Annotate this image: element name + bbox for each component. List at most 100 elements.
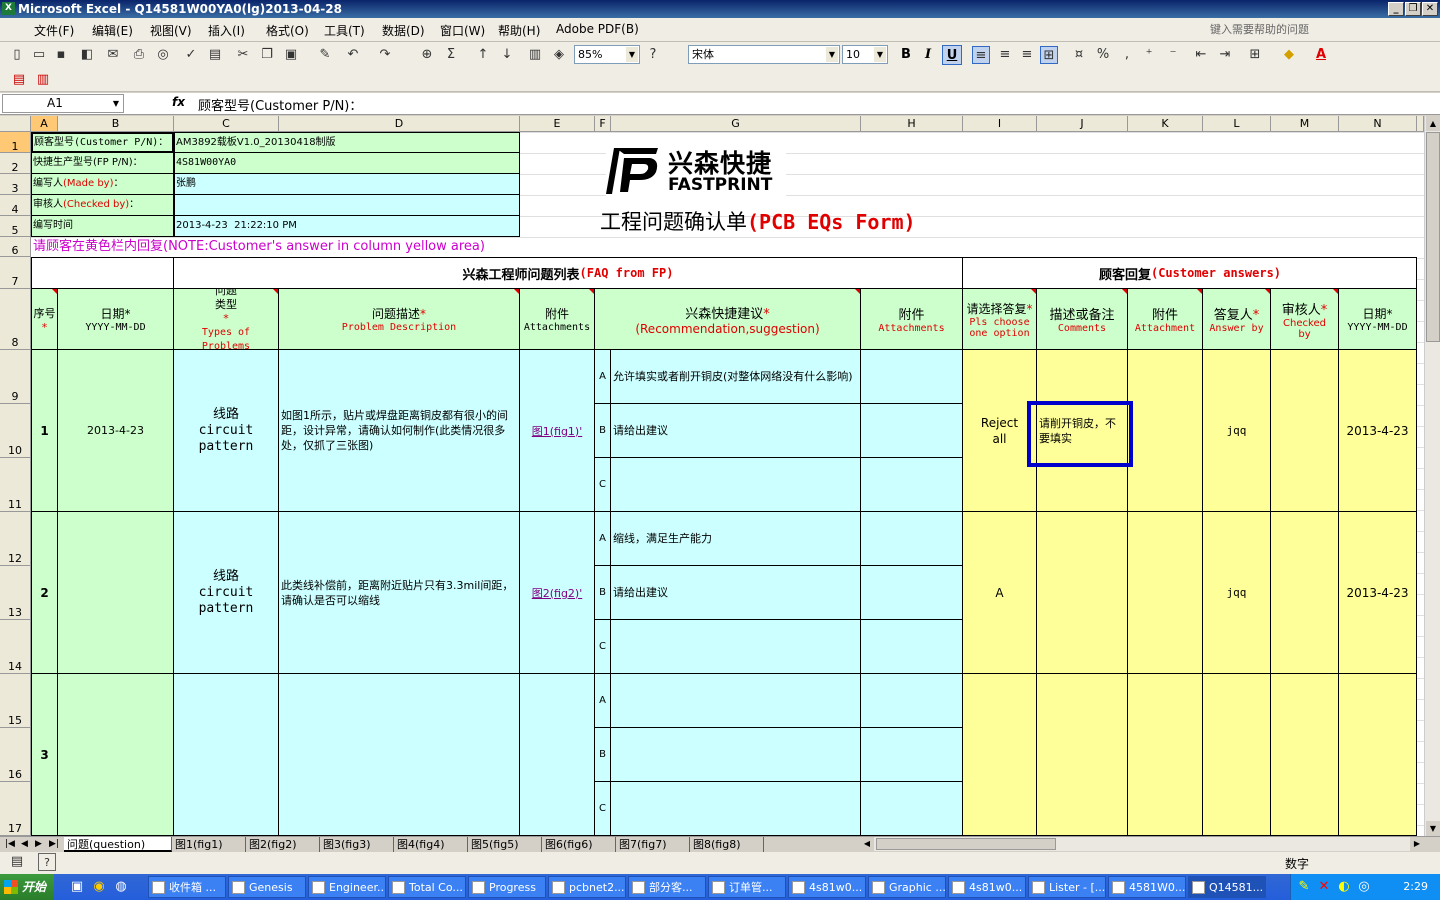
taskbar-item[interactable]: Progress xyxy=(468,876,546,898)
column-header-d[interactable]: D xyxy=(279,116,520,132)
header-answer-by[interactable]: 答复人* Answer by xyxy=(1203,289,1271,350)
minimize-button[interactable]: _ xyxy=(1388,2,1404,16)
made-by-value[interactable]: 张鹏 xyxy=(174,174,520,195)
taskbar-item[interactable]: Total Co... xyxy=(388,876,466,898)
row-header[interactable]: 14 xyxy=(0,620,31,674)
option-letter[interactable]: A xyxy=(595,674,611,728)
open-folder-icon[interactable]: ▭ xyxy=(30,46,48,64)
row-header[interactable]: 4 xyxy=(0,195,31,216)
time-label[interactable]: 编写时间 xyxy=(31,216,174,237)
scroll-up-icon[interactable]: ▲ xyxy=(1426,116,1440,131)
autosum-icon[interactable]: Σ xyxy=(442,46,460,64)
header-recommendation[interactable]: 兴森快捷建议* (Recommendation,suggestion) xyxy=(595,289,861,350)
option-attachment[interactable] xyxy=(861,728,963,782)
issue-attachment-link[interactable]: 图2(fig2)' xyxy=(532,585,583,601)
h-scroll-thumb[interactable] xyxy=(876,838,1056,850)
customer-choice[interactable]: Reject all xyxy=(963,350,1037,512)
customer-choice[interactable]: A xyxy=(963,512,1037,674)
row-header[interactable]: 1 xyxy=(0,132,31,153)
select-all-corner[interactable] xyxy=(0,116,31,132)
customer-pn-value[interactable]: AM3892载板V1.0_20130418制版 xyxy=(174,132,520,153)
fp-section-header[interactable]: 兴森工程师问题列表 (FAQ from FP) xyxy=(174,257,963,289)
save-icon[interactable]: ▪ xyxy=(52,46,70,64)
option-text[interactable] xyxy=(611,782,861,836)
option-text[interactable]: 允许填实或者削开铜皮(对整体网络没有什么影响) xyxy=(611,350,861,404)
menu-format[interactable]: 格式(O) xyxy=(266,22,309,39)
sheet-tab[interactable]: 图7(fig7) xyxy=(616,837,690,852)
column-header-n[interactable]: N xyxy=(1339,116,1417,132)
scroll-left-icon[interactable]: ◀ xyxy=(860,837,874,851)
decrease-indent-icon[interactable]: ⇤ xyxy=(1192,46,1210,64)
header-seq[interactable]: 序号 * xyxy=(31,289,58,350)
percent-button[interactable]: % xyxy=(1094,46,1112,64)
answer-by[interactable]: jqq xyxy=(1203,512,1271,674)
column-header-i[interactable]: I xyxy=(963,116,1037,132)
new-document-icon[interactable]: ▯ xyxy=(8,46,26,64)
tray-icon[interactable]: ✎ xyxy=(1295,878,1313,896)
taskbar-item[interactable]: 4581W0... xyxy=(1108,876,1186,898)
option-attachment[interactable] xyxy=(861,620,963,674)
row-header[interactable]: 7 xyxy=(0,257,31,289)
section-header-blank[interactable] xyxy=(31,257,174,289)
row-header[interactable]: 5 xyxy=(0,216,31,237)
taskbar-item[interactable]: 4s81w0... xyxy=(788,876,866,898)
menu-data[interactable]: 数据(D) xyxy=(382,22,425,39)
sheet-tab[interactable]: 图1(fig1) xyxy=(172,837,246,852)
research-icon[interactable]: ▤ xyxy=(206,46,224,64)
issue-date[interactable] xyxy=(58,512,174,674)
option-letter[interactable]: B xyxy=(595,728,611,782)
taskbar-item[interactable]: 收件箱 ... xyxy=(148,876,226,898)
tab-nav-prev-icon[interactable]: ◀ xyxy=(18,837,31,852)
option-text[interactable] xyxy=(611,674,861,728)
taskbar-item[interactable]: Engineer... xyxy=(308,876,386,898)
name-box[interactable]: A1 ▼ xyxy=(2,94,124,113)
checked-by[interactable] xyxy=(1271,512,1339,674)
menu-window[interactable]: 窗口(W) xyxy=(440,22,485,39)
row-header[interactable]: 10 xyxy=(0,404,31,458)
fill-color-icon[interactable]: ◆ xyxy=(1280,46,1298,64)
taskbar-item[interactable]: 部分客... xyxy=(628,876,706,898)
column-header-m[interactable]: M xyxy=(1271,116,1339,132)
convert-to-pdf-icon[interactable]: ▤ xyxy=(10,71,28,89)
menu-tools[interactable]: 工具(T) xyxy=(324,22,365,39)
scroll-thumb[interactable] xyxy=(1426,132,1440,342)
issue-type[interactable]: 线路 circuit pattern xyxy=(174,350,279,512)
spelling-icon[interactable]: ✓ xyxy=(182,46,200,64)
font-color-icon[interactable]: A xyxy=(1312,46,1330,64)
column-header-e[interactable]: E xyxy=(520,116,595,132)
issue-description[interactable]: 如图1所示，贴片或焊盘距离铜皮都有很小的间距，设计异常，请确认如何制作(此类情况… xyxy=(279,350,520,512)
taskbar-item[interactable]: 4s81w0... xyxy=(948,876,1026,898)
zoom-select[interactable]: 85% ▼ xyxy=(574,45,640,64)
option-text[interactable]: 请给出建议 xyxy=(611,566,861,620)
customer-choice[interactable] xyxy=(963,674,1037,836)
menu-file[interactable]: 文件(F) xyxy=(34,22,74,39)
font-size-select[interactable]: 10 ▼ xyxy=(842,45,888,64)
row-header[interactable]: 9 xyxy=(0,350,31,404)
issue-attachment-link[interactable]: 图1(fig1)' xyxy=(532,423,583,439)
row-header[interactable]: 16 xyxy=(0,728,31,782)
chart-wizard-icon[interactable]: ▥ xyxy=(526,46,544,64)
decrease-decimal-icon[interactable]: ⁻ xyxy=(1164,46,1182,64)
option-text[interactable] xyxy=(611,620,861,674)
option-attachment[interactable] xyxy=(861,566,963,620)
menu-adobe-pdf[interactable]: Adobe PDF(B) xyxy=(556,22,639,36)
option-attachment[interactable] xyxy=(861,674,963,728)
help-toolbar-icon[interactable]: ? xyxy=(38,853,56,871)
option-letter[interactable]: B xyxy=(595,566,611,620)
paste-icon[interactable]: ▣ xyxy=(282,46,300,64)
fx-icon[interactable]: fx xyxy=(172,95,185,109)
drawing-icon[interactable]: ◈ xyxy=(550,46,568,64)
row-header[interactable]: 17 xyxy=(0,782,31,836)
tab-nav-first-icon[interactable]: |◀ xyxy=(2,837,18,852)
copy-icon[interactable]: ❐ xyxy=(258,46,276,64)
header-type[interactable]: 问题类型 * Types of Problems xyxy=(174,289,279,350)
taskbar-item[interactable]: Q14581... xyxy=(1188,876,1266,898)
option-attachment[interactable] xyxy=(861,404,963,458)
print-icon[interactable]: ⎙ xyxy=(130,46,148,64)
menu-insert[interactable]: 插入(I) xyxy=(208,22,245,39)
option-letter[interactable]: A xyxy=(595,350,611,404)
option-attachment[interactable] xyxy=(861,350,963,404)
customer-comment[interactable] xyxy=(1037,512,1128,674)
issue-seq[interactable]: 1 xyxy=(31,350,58,512)
sheet-tab[interactable]: 图4(fig4) xyxy=(394,837,468,852)
